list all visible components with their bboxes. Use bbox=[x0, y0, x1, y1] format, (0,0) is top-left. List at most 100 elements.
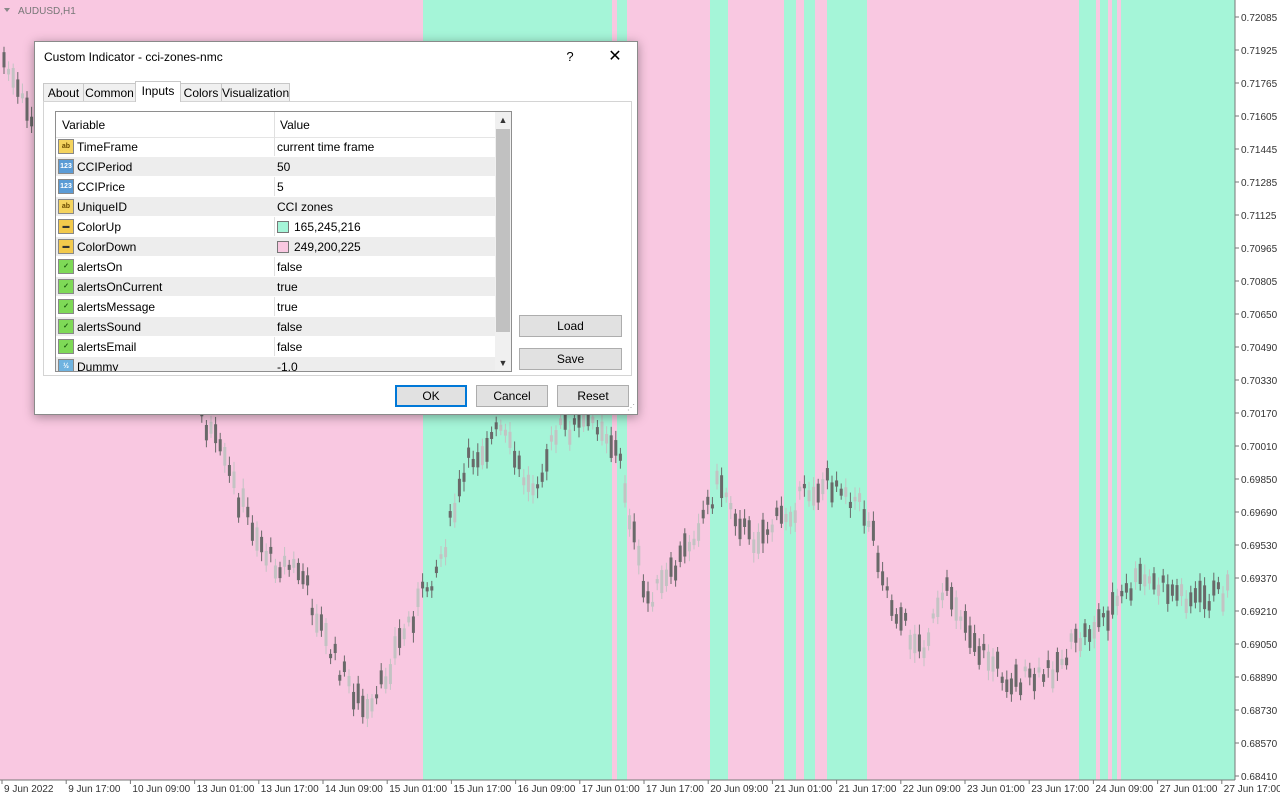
candle-body bbox=[430, 586, 434, 591]
input-value[interactable]: 50 bbox=[277, 160, 290, 174]
candle-body bbox=[554, 429, 558, 445]
input-value[interactable]: true bbox=[277, 280, 298, 294]
candle-body bbox=[894, 614, 898, 624]
input-value[interactable]: -1.0 bbox=[277, 360, 298, 371]
color-swatch[interactable] bbox=[277, 221, 289, 233]
input-value[interactable]: false bbox=[277, 340, 302, 354]
candle-body bbox=[260, 536, 264, 553]
candle-body bbox=[706, 496, 710, 505]
candle-body bbox=[25, 97, 29, 121]
header-value[interactable]: Value bbox=[280, 118, 310, 132]
input-row-alertsoncurrent[interactable]: ✓ alertsOnCurrent true bbox=[56, 277, 495, 297]
candle-body bbox=[904, 612, 908, 621]
input-row-alertsemail[interactable]: ✓ alertsEmail false bbox=[56, 337, 495, 357]
color-swatch[interactable] bbox=[277, 241, 289, 253]
input-row-colordown[interactable]: ▬ ColorDown 249,200,225 bbox=[56, 237, 495, 257]
candle-body bbox=[1065, 657, 1069, 666]
price-label: 0.71445 bbox=[1241, 145, 1278, 156]
input-row-alertsmessage[interactable]: ✓ alertsMessage true bbox=[56, 297, 495, 317]
input-row-cciprice[interactable]: 123 CCIPrice 5 bbox=[56, 177, 495, 197]
tab-colors[interactable]: Colors bbox=[180, 83, 222, 101]
tab-inputs[interactable]: Inputs bbox=[135, 81, 181, 102]
scroll-down-icon[interactable]: ▼ bbox=[495, 355, 511, 371]
tab-about[interactable]: About bbox=[43, 83, 84, 101]
candle-body bbox=[660, 570, 664, 594]
input-value[interactable]: 249,200,225 bbox=[294, 240, 361, 254]
bool-type-icon: ✓ bbox=[58, 339, 74, 354]
candle-body bbox=[11, 68, 15, 88]
bool-type-icon: ✓ bbox=[58, 259, 74, 274]
candle-body bbox=[1170, 584, 1174, 596]
candle-body bbox=[485, 437, 489, 462]
scroll-thumb[interactable] bbox=[496, 129, 510, 332]
candle-body bbox=[973, 633, 977, 652]
input-value[interactable]: 5 bbox=[277, 180, 284, 194]
candle-body bbox=[434, 566, 438, 574]
input-value[interactable]: 165,245,216 bbox=[294, 220, 361, 234]
input-name: CCIPeriod bbox=[77, 160, 133, 174]
time-label: 27 Jun 01:00 bbox=[1160, 784, 1218, 795]
save-button[interactable]: Save bbox=[519, 348, 622, 370]
candle-body bbox=[1203, 585, 1207, 610]
candle-body bbox=[559, 418, 563, 426]
input-value[interactable]: false bbox=[277, 320, 302, 334]
candle-body bbox=[743, 518, 747, 527]
input-row-alertson[interactable]: ✓ alertsOn false bbox=[56, 257, 495, 277]
input-row-cciperiod[interactable]: 123 CCIPeriod 50 bbox=[56, 157, 495, 177]
candle-body bbox=[365, 699, 369, 719]
candle-body bbox=[1055, 652, 1059, 673]
candle-body bbox=[996, 651, 1000, 669]
cancel-button[interactable]: Cancel bbox=[476, 385, 548, 407]
candle-body bbox=[379, 670, 383, 685]
ok-button[interactable]: OK bbox=[395, 385, 467, 407]
input-value[interactable]: CCI zones bbox=[277, 200, 333, 214]
time-label: 9 Jun 2022 bbox=[4, 784, 54, 795]
time-label: 23 Jun 01:00 bbox=[967, 784, 1025, 795]
input-value[interactable]: false bbox=[277, 260, 302, 274]
price-label: 0.71125 bbox=[1241, 211, 1277, 222]
candle-body bbox=[384, 676, 388, 689]
input-name: CCIPrice bbox=[77, 180, 126, 194]
close-icon[interactable]: ✕ bbox=[593, 42, 637, 73]
tab-common[interactable]: Common bbox=[83, 83, 136, 101]
input-row-colorup[interactable]: ▬ ColorUp 165,245,216 bbox=[56, 217, 495, 237]
help-button[interactable]: ? bbox=[548, 42, 592, 73]
string-type-icon: ab bbox=[58, 199, 74, 214]
price-label: 0.68730 bbox=[1241, 706, 1278, 717]
candle-body bbox=[549, 435, 553, 442]
scroll-up-icon[interactable]: ▲ bbox=[495, 112, 511, 128]
input-row-dummy[interactable]: ½ Dummy -1.0 bbox=[56, 357, 495, 371]
candle-body bbox=[329, 653, 333, 659]
input-row-alertssound[interactable]: ✓ alertsSound false bbox=[56, 317, 495, 337]
header-variable[interactable]: Variable bbox=[62, 118, 105, 132]
candle-body bbox=[1134, 568, 1138, 583]
reset-button[interactable]: Reset bbox=[557, 385, 629, 407]
grid-scrollbar[interactable]: ▲ ▼ bbox=[495, 112, 511, 371]
dialog-titlebar[interactable]: Custom Indicator - cci-zones-nmc ? ✕ bbox=[35, 42, 637, 73]
input-row-timeframe[interactable]: ab TimeFrame current time frame bbox=[56, 137, 495, 157]
candle-body bbox=[1226, 574, 1230, 591]
input-row-uniqueid[interactable]: ab UniqueID CCI zones bbox=[56, 197, 495, 217]
candle-body bbox=[614, 440, 618, 456]
candle-body bbox=[710, 504, 714, 509]
candle-body bbox=[747, 520, 751, 540]
resize-grip-icon[interactable]: ⋰ bbox=[627, 404, 635, 412]
price-label: 0.69370 bbox=[1241, 574, 1278, 585]
time-label: 27 Jun 17:00 bbox=[1224, 784, 1280, 795]
tab-visualization[interactable]: Visualization bbox=[221, 83, 290, 101]
input-name: alertsOnCurrent bbox=[77, 280, 163, 294]
candle-body bbox=[503, 429, 507, 436]
input-name: alertsEmail bbox=[77, 340, 137, 354]
candle-body bbox=[641, 580, 645, 598]
load-button[interactable]: Load bbox=[519, 315, 622, 337]
candle-body bbox=[881, 571, 885, 586]
input-value[interactable]: current time frame bbox=[277, 140, 374, 154]
candle-body bbox=[241, 488, 245, 507]
candle-body bbox=[582, 414, 586, 427]
input-value[interactable]: true bbox=[277, 300, 298, 314]
candle-body bbox=[20, 93, 24, 99]
candle-body bbox=[499, 424, 503, 431]
candle-body bbox=[862, 509, 866, 526]
candle-body bbox=[278, 567, 282, 579]
candle-body bbox=[494, 422, 498, 430]
